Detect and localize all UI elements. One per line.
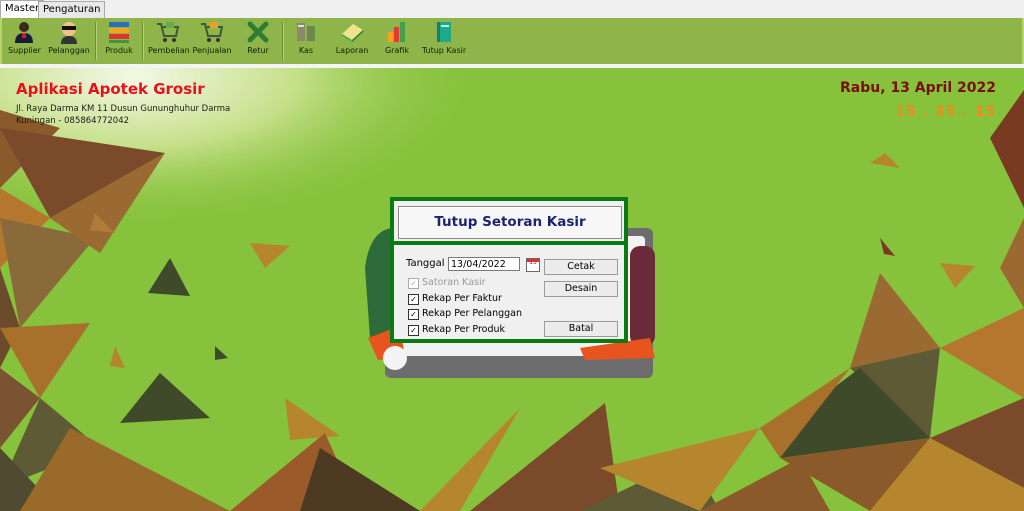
kas-icon xyxy=(297,23,315,41)
desain-button[interactable]: Desain xyxy=(544,281,618,297)
tanggal-input[interactable]: 13/04/2022 xyxy=(448,257,520,271)
produk-label: Produk xyxy=(105,46,133,55)
dialog-header: Tutup Setoran Kasir xyxy=(398,206,622,239)
address-line-1: Jl. Raya Darma KM 11 Dusun Gununghuhur D… xyxy=(16,104,231,114)
current-time: 15 . 35 . 15 xyxy=(895,104,996,120)
app-title: Aplikasi Apotek Grosir xyxy=(16,80,205,98)
retur-label: Retur xyxy=(247,46,269,55)
current-date: Rabu, 13 April 2022 xyxy=(840,80,996,96)
grafik-label: Grafik xyxy=(384,46,410,55)
checkbox-mark: ✓ xyxy=(408,278,419,289)
cetak-button[interactable]: Cetak xyxy=(544,259,618,275)
pembelian-label: Pembelian xyxy=(148,46,190,55)
ribbon-separator xyxy=(95,22,97,60)
grafik-icon xyxy=(388,22,405,42)
supplier-button[interactable]: Supplier xyxy=(8,20,41,56)
satoran-kasir-checkbox: ✓ Satoran Kasir xyxy=(408,277,486,289)
laporan-label: Laporan xyxy=(335,46,369,55)
rekap-faktur-checkbox[interactable]: ✓ Rekap Per Faktur xyxy=(408,293,502,305)
tab-pengaturan[interactable]: Pengaturan xyxy=(38,1,106,18)
ribbon-toolbar: Supplier Pelanggan Produk Pembelian Penj… xyxy=(0,18,1024,66)
rekap-faktur-label: Rekap Per Faktur xyxy=(422,293,502,304)
penjualan-icon xyxy=(201,22,224,42)
rekap-pelanggan-label: Rekap Per Pelanggan xyxy=(422,308,523,319)
retur-icon xyxy=(247,21,269,43)
pembelian-icon xyxy=(157,22,180,42)
penjualan-label: Penjualan xyxy=(192,46,232,55)
pembelian-button[interactable]: Pembelian xyxy=(148,20,190,56)
tab-bar: Master Pengaturan xyxy=(0,0,1024,19)
laporan-button[interactable]: Laporan xyxy=(334,20,370,56)
checkbox-mark: ✓ xyxy=(408,309,419,320)
calendar-icon[interactable]: 15 xyxy=(526,258,540,272)
satoran-kasir-label: Satoran Kasir xyxy=(422,277,486,288)
tutup-kasir-button[interactable]: Tutup Kasir xyxy=(420,20,468,56)
address-line-2: Kuningan - 085864772042 xyxy=(16,116,130,126)
pelanggan-icon xyxy=(61,22,77,44)
kas-button[interactable]: Kas xyxy=(292,20,320,56)
rekap-pelanggan-checkbox[interactable]: ✓ Rekap Per Pelanggan xyxy=(408,308,522,320)
tutup-kasir-label: Tutup Kasir xyxy=(421,46,467,55)
dialog-divider xyxy=(394,241,624,245)
supplier-label: Supplier xyxy=(8,46,41,55)
kas-label: Kas xyxy=(298,46,314,55)
tanggal-label: Tanggal xyxy=(406,258,445,269)
ribbon-separator xyxy=(282,22,284,60)
rekap-produk-label: Rekap Per Produk xyxy=(422,324,506,335)
supplier-icon xyxy=(15,22,33,43)
tutup-setoran-dialog: Tutup Setoran Kasir Tanggal 13/04/2022 1… xyxy=(390,197,628,343)
pelanggan-button[interactable]: Pelanggan xyxy=(48,20,90,56)
rekap-produk-checkbox[interactable]: ✓ Rekap Per Produk xyxy=(408,324,505,336)
batal-button[interactable]: Batal xyxy=(544,321,618,337)
retur-button[interactable]: Retur xyxy=(242,20,274,56)
laporan-icon xyxy=(342,24,363,42)
penjualan-button[interactable]: Penjualan xyxy=(192,20,232,56)
pelanggan-label: Pelanggan xyxy=(48,46,90,55)
grafik-button[interactable]: Grafik xyxy=(382,20,412,56)
produk-button[interactable]: Produk xyxy=(102,20,136,56)
dialog-title: Tutup Setoran Kasir xyxy=(434,214,586,230)
checkbox-mark: ✓ xyxy=(408,325,419,336)
ribbon-separator xyxy=(142,22,144,60)
produk-icon xyxy=(109,22,129,43)
tutup-kasir-icon xyxy=(437,22,451,42)
checkbox-mark: ✓ xyxy=(408,294,419,305)
